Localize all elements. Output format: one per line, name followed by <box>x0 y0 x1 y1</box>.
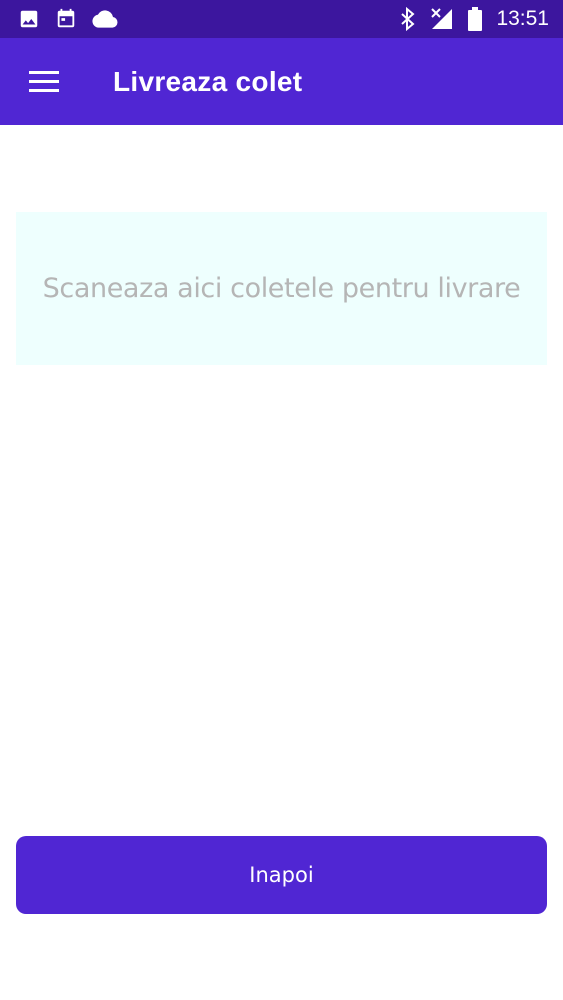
scan-input-placeholder: Scaneaza aici coletele pentru livrare <box>42 273 521 304</box>
page-title: Livreaza colet <box>113 65 303 97</box>
scan-input[interactable]: Scaneaza aici coletele pentru livrare <box>16 212 547 365</box>
hamburger-menu-icon <box>29 70 59 93</box>
back-button[interactable]: Inapoi <box>16 836 547 914</box>
bluetooth-icon <box>400 7 416 31</box>
image-icon <box>18 8 40 30</box>
calendar-icon <box>54 8 78 30</box>
no-signal-icon <box>430 7 454 31</box>
cloud-icon <box>92 9 118 29</box>
menu-button[interactable] <box>0 38 88 125</box>
app-bar: Livreaza colet <box>0 38 563 125</box>
status-time: 13:51 <box>496 7 549 30</box>
battery-icon <box>468 7 483 31</box>
status-bar: 13:51 <box>0 0 563 38</box>
